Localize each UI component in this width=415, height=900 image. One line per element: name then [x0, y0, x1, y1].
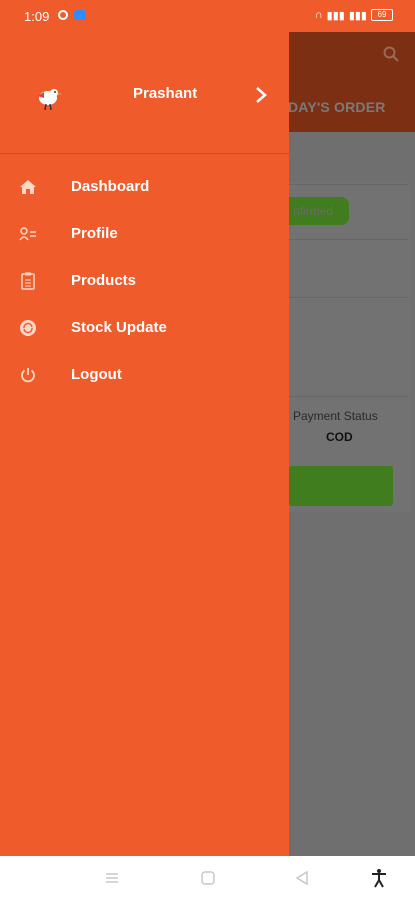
order-card[interactable]: [289, 182, 410, 512]
stock-update-icon: [19, 319, 37, 337]
divider: [289, 239, 409, 240]
status-time: 1:09: [24, 9, 50, 24]
products-icon: [19, 272, 37, 290]
bird-logo-icon: [38, 89, 62, 111]
drawer-header[interactable]: Prashant: [0, 32, 289, 154]
menu-label: Stock Update: [71, 319, 167, 336]
system-nav-bar: [0, 856, 415, 900]
menu-item-profile[interactable]: Profile: [0, 210, 289, 257]
accessibility-icon[interactable]: [369, 868, 389, 888]
cloud-icon: [74, 10, 86, 20]
navigation-drawer: Prashant Dashboard Profile Products Stoc…: [0, 32, 289, 856]
divider: [289, 184, 409, 185]
home-icon: [19, 178, 37, 196]
menu-label: Profile: [71, 225, 118, 242]
system-icons: ∩ ▮▮▮ ▮▮▮ 69: [315, 9, 393, 22]
notification-icons: [58, 10, 86, 20]
signal-icon: ▮▮▮: [348, 10, 367, 22]
divider: [289, 396, 409, 397]
action-button[interactable]: [289, 466, 393, 506]
menu-label: Dashboard: [71, 178, 150, 195]
payment-status-label: Payment Status: [293, 409, 378, 423]
menu-icon[interactable]: [102, 868, 122, 888]
menu-item-dashboard[interactable]: Dashboard: [0, 163, 289, 210]
power-icon: [19, 366, 37, 384]
profile-icon: [19, 225, 37, 243]
divider: [289, 297, 409, 298]
drawer-menu: Dashboard Profile Products Stock Update …: [0, 163, 289, 398]
tab-todays-order[interactable]: DAY'S ORDER: [288, 99, 386, 115]
menu-item-logout[interactable]: Logout: [0, 351, 289, 398]
status-bar: 1:09 ∩ ▮▮▮ ▮▮▮ 69: [0, 0, 415, 32]
headphones-icon: ∩: [314, 9, 323, 21]
home-button-icon[interactable]: [198, 868, 218, 888]
menu-item-products[interactable]: Products: [0, 257, 289, 304]
search-icon[interactable]: [383, 46, 399, 62]
menu-item-stock-update[interactable]: Stock Update: [0, 304, 289, 351]
menu-label: Logout: [71, 366, 122, 383]
payment-status-value: COD: [326, 430, 353, 444]
chevron-right-icon[interactable]: [254, 86, 268, 104]
menu-label: Products: [71, 272, 137, 289]
signal-icon: ▮▮▮: [326, 10, 345, 22]
back-icon[interactable]: [292, 868, 312, 888]
battery-icon: 69: [371, 9, 393, 21]
location-icon: [58, 10, 68, 20]
user-name: Prashant: [133, 85, 198, 102]
